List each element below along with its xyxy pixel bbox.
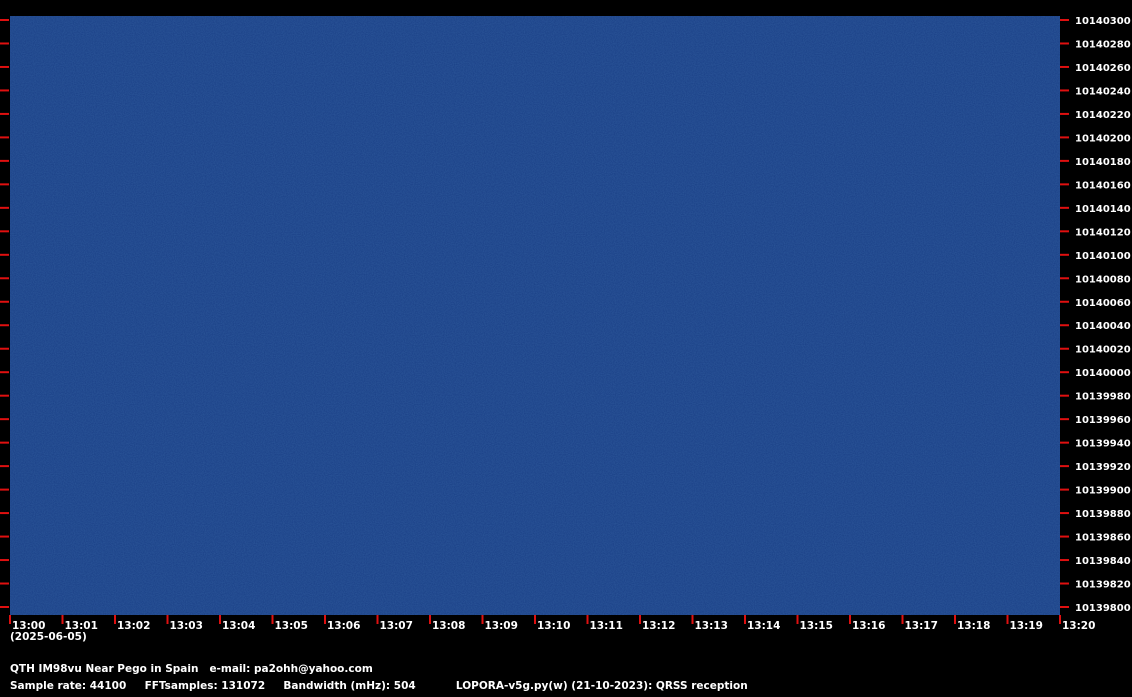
y-tick-label: 10139980 [1075, 392, 1131, 403]
fft-samples: FFTsamples: 131072 [144, 680, 266, 692]
x-tick-label: 13:04 [222, 620, 255, 632]
y-tick-label: 10139900 [1075, 486, 1131, 497]
bandwidth: Bandwidth (mHz): 504 [283, 680, 416, 692]
x-tick-label: 13:10 [537, 620, 570, 632]
x-tick-label: 13:11 [590, 620, 623, 632]
x-tick-label: 13:15 [800, 620, 833, 632]
footer-info-line: Sample rate: 44100 FFTsamples: 131072 Ba… [10, 680, 748, 692]
y-tick-label: 10139860 [1075, 533, 1131, 544]
y-tick-label: 10139940 [1075, 439, 1131, 450]
y-tick-label: 10139960 [1075, 415, 1131, 426]
y-tick-label: 10140200 [1075, 133, 1131, 144]
y-tick-label: 10140180 [1075, 157, 1131, 168]
x-tick-label: 13:03 [170, 620, 203, 632]
y-tick-label: 10140100 [1075, 251, 1131, 262]
y-tick-label: 10140160 [1075, 180, 1131, 191]
x-tick-label: 13:18 [957, 620, 990, 632]
x-tick-label: 13:17 [905, 620, 938, 632]
x-tick-label: 13:14 [747, 620, 780, 632]
y-tick-label: 10140220 [1075, 110, 1131, 121]
x-tick-label: 13:06 [327, 620, 360, 632]
date-label: (2025-06-05) [10, 631, 87, 643]
y-tick-label: 10140020 [1075, 345, 1131, 356]
x-tick-label: 13:16 [852, 620, 885, 632]
y-tick-label: 10140280 [1075, 39, 1131, 50]
y-tick-label: 10139880 [1075, 509, 1131, 520]
x-tick-label: 13:02 [117, 620, 150, 632]
y-ticks-left [0, 19, 9, 608]
software-label: LOPORA-v5g.py(w) (21-10-2023): QRSS rece… [455, 680, 748, 692]
y-tick-label: 10139820 [1075, 580, 1131, 591]
y-ticks-right: 10140300 10140280 10140260 10140240 10140220… [1060, 16, 1131, 614]
x-tick-label: 13:07 [380, 620, 413, 632]
y-tick-label: 10140300 [1075, 16, 1131, 27]
y-tick-label: 10140120 [1075, 227, 1131, 238]
y-tick-label: 10139840 [1075, 556, 1131, 567]
x-tick-label: 13:05 [275, 620, 308, 632]
x-ticks: 13:00 13:01 13:02 13:03 13:04 13:05 13:06 13:07… [9, 615, 1095, 632]
x-tick-label: 13:09 [485, 620, 518, 632]
sample-rate: Sample rate: 44100 [10, 680, 127, 692]
y-tick-label: 10139800 [1075, 603, 1131, 614]
x-tick-label: 13:13 [695, 620, 728, 632]
y-tick-label: 10140040 [1075, 321, 1131, 332]
y-tick-label: 10139920 [1075, 462, 1131, 473]
plot-noise [10, 16, 1060, 615]
y-tick-label: 10140140 [1075, 204, 1131, 215]
y-tick-label: 10140260 [1075, 63, 1131, 74]
x-tick-label: 13:12 [642, 620, 675, 632]
y-tick-label: 10140080 [1075, 274, 1131, 285]
y-tick-label: 10140060 [1075, 298, 1131, 309]
waterfall-chart: 10140300 10140280 10140260 10140240 10140220… [0, 16, 1131, 632]
x-tick-label: 13:19 [1010, 620, 1043, 632]
y-tick-label: 10140000 [1075, 368, 1131, 379]
y-tick-label: 10140240 [1075, 86, 1131, 97]
x-tick-label: 13:20 [1062, 620, 1095, 632]
x-tick-label: 13:08 [432, 620, 465, 632]
footer-qth-line: QTH IM98vu Near Pego in Spain e-mail: pa… [10, 663, 373, 675]
